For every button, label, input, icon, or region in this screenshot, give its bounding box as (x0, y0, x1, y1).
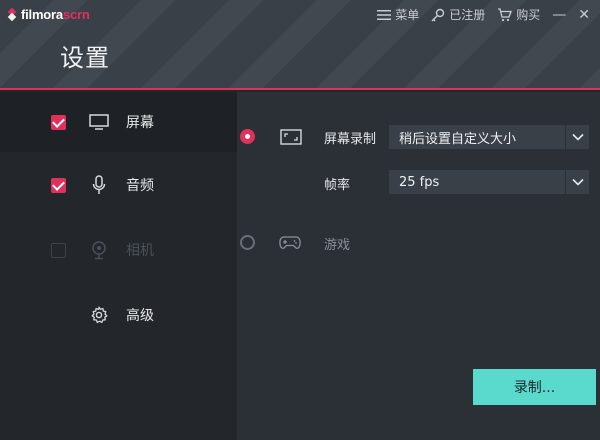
screen-settings-panel: 屏幕录制 稍后设置自定义大小 帧率 25 fps 游戏 录制... (237, 92, 600, 440)
buy-button[interactable]: 购买 (497, 6, 540, 23)
hamburger-icon (377, 9, 392, 20)
record-button[interactable]: 录制... (473, 369, 596, 405)
audio-checkbox[interactable] (51, 177, 66, 193)
sidebar-item-label: 屏幕 (126, 115, 154, 131)
sidebar-item-audio[interactable]: 音频 (0, 155, 237, 215)
capture-size-value: 稍后设置自定义大小 (399, 131, 517, 147)
close-button[interactable]: ✕ (578, 8, 590, 22)
key-icon (431, 8, 445, 21)
expand-region-icon (279, 127, 303, 147)
screen-checkbox[interactable] (51, 114, 66, 130)
register-label: 已注册 (449, 8, 486, 22)
sidebar-item-camera[interactable]: 相机 (0, 220, 237, 280)
camera-checkbox[interactable] (51, 242, 66, 258)
app-logo: filmorascrn (8, 7, 90, 22)
microphone-icon (88, 174, 110, 196)
webcam-icon (88, 239, 110, 261)
buy-label: 购买 (516, 8, 541, 22)
monitor-icon (88, 111, 110, 133)
app-logo-text: filmorascrn (21, 7, 90, 22)
capture-size-dropdown[interactable]: 稍后设置自定义大小 (389, 125, 589, 149)
menu-label: 菜单 (395, 8, 420, 22)
header-banner: filmorascrn 菜单 已注册 购买 — ✕ 设置 (0, 0, 600, 90)
game-mode-label: 游戏 (324, 238, 351, 253)
chevron-down-icon (565, 170, 589, 194)
gamepad-icon (278, 233, 302, 253)
sidebar-item-label: 高级 (126, 308, 154, 324)
register-button[interactable]: 已注册 (431, 6, 485, 23)
menu-button[interactable]: 菜单 (377, 6, 419, 23)
screen-record-radio[interactable] (240, 129, 255, 144)
frame-rate-dropdown[interactable]: 25 fps (389, 170, 589, 194)
chevron-down-icon (565, 125, 589, 149)
sidebar-item-advanced[interactable]: 高级 (0, 285, 237, 345)
sidebar-item-screen[interactable]: 屏幕 (0, 92, 237, 152)
filmora-logo-icon (8, 9, 18, 21)
gear-icon (88, 304, 110, 326)
frame-rate-value: 25 fps (399, 174, 440, 190)
page-title: 设置 (60, 44, 110, 72)
screen-record-label: 屏幕录制 (324, 132, 377, 147)
minimize-button[interactable]: — (552, 8, 566, 22)
settings-sidebar: 屏幕 音频 相机 高级 (0, 92, 237, 440)
game-mode-radio[interactable] (240, 235, 255, 250)
top-menu: 菜单 已注册 购买 — ✕ (377, 6, 590, 23)
sidebar-item-label: 音频 (126, 178, 154, 194)
sidebar-item-label: 相机 (126, 243, 154, 259)
frame-rate-label: 帧率 (324, 178, 351, 193)
shopping-cart-icon (498, 7, 513, 21)
